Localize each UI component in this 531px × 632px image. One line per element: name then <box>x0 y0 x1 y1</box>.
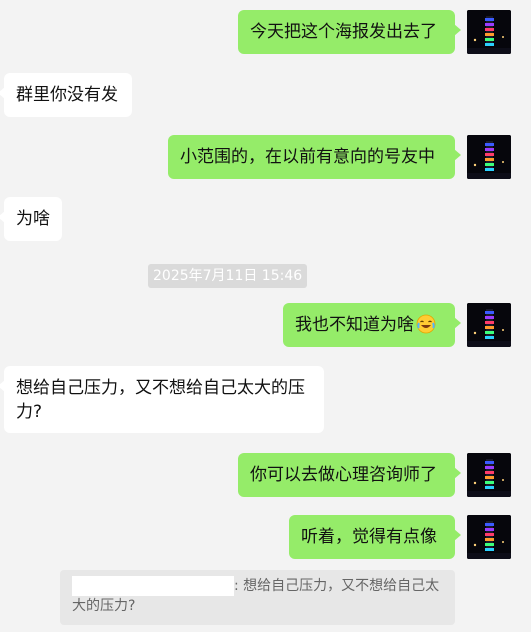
avatar[interactable] <box>467 10 511 54</box>
message-bubble-theirs[interactable]: 想给自己压力，又不想给自己太大的压力? <box>0 366 324 433</box>
message-text: 小范围的，在以前有意向的号友中 <box>180 147 435 167</box>
avatar[interactable] <box>467 453 511 497</box>
avatar[interactable] <box>467 303 511 347</box>
message-bubble-mine[interactable]: 今天把这个海报发出去了 <box>238 10 461 54</box>
message-text: 为啥 <box>16 209 50 229</box>
message-bubble-mine[interactable]: 小范围的，在以前有意向的号友中 <box>168 135 461 179</box>
message-text: 听着，觉得有点像 <box>301 527 437 547</box>
avatar[interactable] <box>467 515 511 559</box>
tower-lights-avatar-icon <box>467 10 511 54</box>
message-text: 今天把这个海报发出去了 <box>250 22 437 42</box>
message-text: 你可以去做心理咨询师了 <box>250 465 437 485</box>
avatar[interactable] <box>467 135 511 179</box>
message-text: 我也不知道为啥 <box>295 315 414 335</box>
tower-lights-avatar-icon <box>467 303 511 347</box>
message-bubble-theirs[interactable]: 群里你没有发 <box>0 73 132 117</box>
message-bubble-mine[interactable]: 我也不知道为啥 <box>283 303 461 347</box>
tower-lights-avatar-icon <box>467 515 511 559</box>
message-bubble-mine[interactable]: 你可以去做心理咨询师了 <box>238 453 461 497</box>
tower-lights-avatar-icon <box>467 135 511 179</box>
laughing-crying-emoji <box>416 314 436 334</box>
redacted-sender-name <box>72 576 234 596</box>
message-bubble-theirs[interactable]: 为啥 <box>0 197 62 241</box>
quoted-message[interactable]: : 想给自己压力，又不想给自己太大的压力? <box>60 570 455 625</box>
message-text: 群里你没有发 <box>16 85 118 105</box>
message-bubble-mine[interactable]: 听着，觉得有点像 <box>289 515 461 559</box>
message-text: 想给自己压力，又不想给自己太大的压力? <box>16 378 305 422</box>
timestamp: 2025年7月11日 15:46 <box>148 264 308 288</box>
tower-lights-avatar-icon <box>467 453 511 497</box>
